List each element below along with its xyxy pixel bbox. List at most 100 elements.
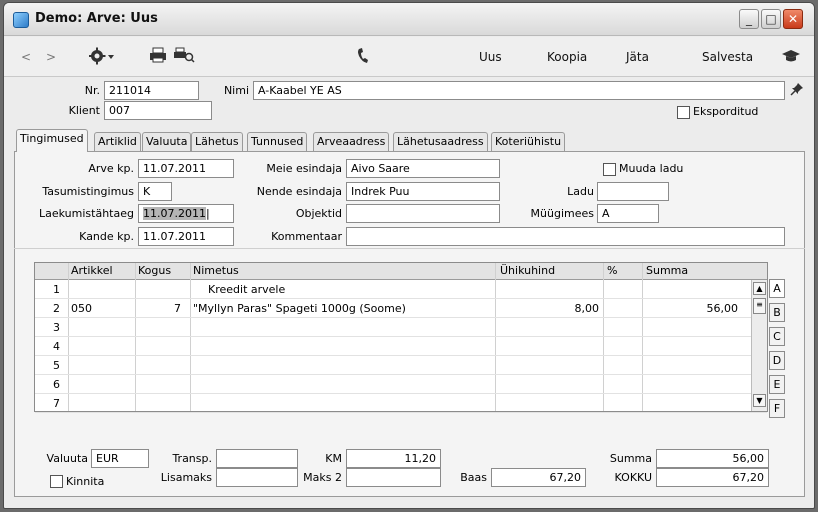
print-preview-icon[interactable] <box>173 47 195 63</box>
col-header-name[interactable]: Nimetus <box>193 264 239 277</box>
total-field[interactable]: 67,20 <box>656 468 769 487</box>
table-row[interactable]: 5 <box>35 356 767 375</box>
row-number: 4 <box>53 340 60 353</box>
salesman-label: Müügimees <box>530 207 594 220</box>
nr-field[interactable]: 211014 <box>104 81 199 100</box>
scroll-down-icon[interactable]: ▼ <box>753 394 766 407</box>
new-button[interactable]: Uus <box>479 50 502 64</box>
items-grid[interactable]: Artikkel Kogus Nimetus Ühikuhind % Summa… <box>34 262 768 413</box>
objects-label: Objektid <box>295 207 342 220</box>
sum-field[interactable]: 56,00 <box>656 449 769 468</box>
table-row[interactable]: 3 <box>35 318 767 337</box>
extra-field[interactable] <box>216 468 298 487</box>
close-button[interactable]: ✕ <box>783 9 803 29</box>
change-location-checkbox[interactable] <box>603 163 616 176</box>
table-row[interactable]: 4 <box>35 337 767 356</box>
minimize-button[interactable]: _ <box>739 9 759 29</box>
approve-checkbox[interactable] <box>50 475 63 488</box>
forward-arrow-icon[interactable]: > <box>46 50 56 64</box>
name-cell[interactable]: Kreedit arvele <box>208 283 285 296</box>
price-cell[interactable]: 8,00 <box>499 302 600 315</box>
row-number: 6 <box>53 378 60 391</box>
tab-arveaadress[interactable]: Arveaadress <box>313 132 390 151</box>
our-rep-label: Meie esindaja <box>266 162 342 175</box>
app-icon <box>13 12 29 28</box>
their-rep-field[interactable]: Indrek Puu <box>346 182 500 201</box>
col-header-article[interactable]: Artikkel <box>71 264 113 277</box>
base-label: Baas <box>460 471 487 484</box>
tab-tingimused[interactable]: Tingimused <box>16 129 88 152</box>
scroll-thumb[interactable]: ≡ <box>753 298 766 314</box>
our-rep-field[interactable]: Aivo Saare <box>346 159 500 178</box>
nr-label: Nr. <box>84 84 100 97</box>
tax2-label: Maks 2 <box>303 471 342 484</box>
row-number: 7 <box>53 397 60 410</box>
article-cell[interactable]: 050 <box>71 302 92 315</box>
pin-icon[interactable] <box>790 82 804 96</box>
tab-lahetusaadress[interactable]: Lähetusaadress <box>393 132 488 151</box>
row-tab-c[interactable]: C <box>769 327 785 346</box>
change-location-label: Muuda ladu <box>619 162 684 175</box>
table-row[interactable]: 6 <box>35 375 767 394</box>
extra-label: Lisamaks <box>160 471 212 484</box>
payment-terms-field[interactable]: K <box>138 182 172 201</box>
back-arrow-icon[interactable]: < <box>21 50 31 64</box>
phone-icon[interactable] <box>357 47 369 65</box>
row-number: 5 <box>53 359 60 372</box>
tab-lahetus[interactable]: Lähetus <box>191 132 243 151</box>
vat-field[interactable]: 11,20 <box>346 449 441 468</box>
transp-field[interactable] <box>216 449 298 468</box>
window-title: Demo: Arve: Uus <box>35 11 158 26</box>
gear-icon[interactable] <box>89 47 115 65</box>
row-tab-b[interactable]: B <box>769 303 785 322</box>
tab-tunnused[interactable]: Tunnused <box>247 132 308 151</box>
location-label: Ladu <box>567 185 594 198</box>
col-header-qty[interactable]: Kogus <box>138 264 171 277</box>
skip-button[interactable]: Jäta <box>626 50 649 64</box>
table-row[interactable]: 7 <box>35 394 767 413</box>
table-row[interactable]: 2 050 7 "Myllyn Paras" Spageti 1000g (So… <box>35 299 767 318</box>
tab-koteriuhistu[interactable]: Koteriühistu <box>491 132 566 151</box>
col-header-pct[interactable]: % <box>607 264 617 277</box>
currency-field[interactable]: EUR <box>91 449 149 468</box>
trans-date-label: Kande kp. <box>79 230 134 243</box>
transp-label: Transp. <box>172 452 212 465</box>
grid-scrollbar[interactable]: ▲ ≡ ▼ <box>751 280 767 411</box>
due-date-field[interactable]: 11.07.2011| <box>138 204 234 223</box>
their-rep-label: Nende esindaja <box>256 185 342 198</box>
invoice-date-field[interactable]: 11.07.2011 <box>138 159 234 178</box>
row-tab-d[interactable]: D <box>769 351 785 370</box>
payment-terms-label: Tasumistingimus <box>42 185 134 198</box>
tab-valuuta[interactable]: Valuuta <box>142 132 192 151</box>
row-tab-e[interactable]: E <box>769 375 785 394</box>
maximize-button[interactable]: □ <box>761 9 781 29</box>
objects-field[interactable] <box>346 204 500 223</box>
table-row[interactable]: 1 Kreedit arvele <box>35 280 767 299</box>
salesman-field[interactable]: A <box>597 204 659 223</box>
exported-label: Eksporditud <box>693 105 759 118</box>
print-icon[interactable] <box>149 47 167 63</box>
save-button[interactable]: Salvesta <box>702 50 753 64</box>
row-tab-f[interactable]: F <box>769 399 785 418</box>
sum-label: Summa <box>609 452 652 465</box>
location-field[interactable] <box>597 182 669 201</box>
scroll-up-icon[interactable]: ▲ <box>753 282 766 295</box>
tab-artiklid[interactable]: Artiklid <box>94 132 141 151</box>
exported-checkbox[interactable] <box>677 106 690 119</box>
col-header-sum[interactable]: Summa <box>646 264 688 277</box>
trans-date-field[interactable]: 11.07.2011 <box>138 227 234 246</box>
col-header-price[interactable]: Ühikuhind <box>500 264 555 277</box>
row-number: 2 <box>53 302 60 315</box>
name-cell[interactable]: "Myllyn Paras" Spageti 1000g (Soome) <box>193 302 406 315</box>
base-field[interactable]: 67,20 <box>491 468 586 487</box>
graduation-cap-icon[interactable] <box>782 50 800 62</box>
sum-cell[interactable]: 56,00 <box>638 302 739 315</box>
tax2-field[interactable] <box>346 468 441 487</box>
name-field[interactable]: A-Kaabel YE AS <box>253 81 785 100</box>
qty-cell[interactable]: 7 <box>139 302 181 315</box>
copy-button[interactable]: Koopia <box>547 50 587 64</box>
separator <box>14 248 805 249</box>
client-field[interactable]: 007 <box>104 101 212 120</box>
row-tab-a[interactable]: A <box>769 279 785 298</box>
comment-field[interactable] <box>346 227 785 246</box>
